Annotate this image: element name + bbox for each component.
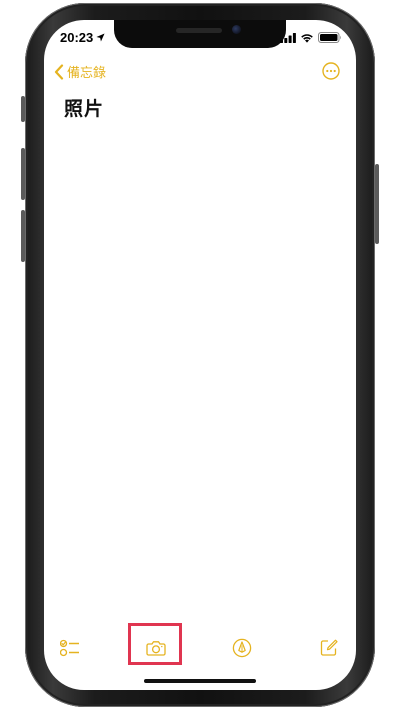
wifi-icon xyxy=(301,33,313,43)
status-time-label: 20:23 xyxy=(60,30,94,45)
phone-screen: 20:23 備忘錄 照片 xyxy=(44,20,356,690)
battery-icon xyxy=(318,32,341,43)
highlight-box xyxy=(128,623,182,665)
checklist-icon xyxy=(60,639,79,657)
markup-pen-icon xyxy=(232,638,252,658)
back-button-label: 備忘錄 xyxy=(67,66,107,81)
ellipsis-circle-icon[interactable] xyxy=(322,62,340,80)
location-arrow-icon xyxy=(96,33,105,42)
back-button[interactable]: 備忘錄 xyxy=(54,62,106,81)
markup-button[interactable] xyxy=(222,628,262,668)
bottom-toolbar xyxy=(44,628,356,668)
status-icons xyxy=(280,32,342,43)
earpiece-speaker xyxy=(176,28,222,33)
front-camera xyxy=(232,25,241,34)
home-indicator[interactable] xyxy=(144,679,256,683)
status-time: 20:23 xyxy=(60,30,105,45)
cellular-signal-icon xyxy=(280,32,296,43)
compose-icon xyxy=(320,639,338,656)
chevron-left-icon xyxy=(54,63,64,80)
checklist-button[interactable] xyxy=(50,628,90,668)
compose-button[interactable] xyxy=(309,628,349,668)
notch xyxy=(114,20,286,48)
stage: 20:23 備忘錄 照片 xyxy=(0,0,400,711)
note-title[interactable]: 照片 xyxy=(64,94,104,121)
power-button xyxy=(375,164,379,244)
